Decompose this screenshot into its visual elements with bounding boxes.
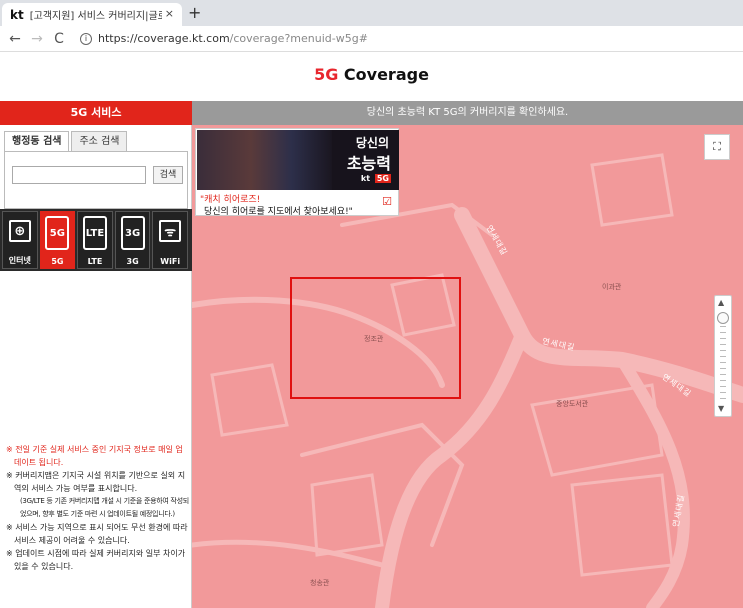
zoom-handle[interactable] xyxy=(717,312,729,324)
note-coverage: ※ 커버리지맵은 기지국 시설 위치를 기반으로 실외 지역의 서비스 가능 여… xyxy=(6,471,186,493)
service-label: 5G xyxy=(51,257,64,266)
service-label: 3G xyxy=(126,257,139,266)
browser-tab[interactable]: kt [고객지원] 서비스 커버리지|글로 × xyxy=(2,3,182,26)
page-title: 5G Coverage xyxy=(0,53,743,100)
service-3g[interactable]: 3G 3G xyxy=(114,211,151,269)
back-button[interactable]: ← xyxy=(4,31,26,47)
sidebar: 행정동 검색 주소 검색 검색 ⊕ 인터넷 5G 5G LTE LTE 3G 3… xyxy=(0,125,192,608)
service-label: 인터넷 xyxy=(8,256,31,265)
heroes-image xyxy=(197,130,332,190)
url-host: https://coverage.kt.com xyxy=(98,32,230,45)
selection-rectangle xyxy=(290,277,461,399)
banner-headline-1: 당신의 xyxy=(355,136,389,150)
service-wifi[interactable]: ᯤ WiFi xyxy=(152,211,188,269)
coverage-notes: ※ 전일 기준 실제 서비스 중인 기지국 정보로 매일 업데이트 됩니다. ※… xyxy=(6,443,190,573)
phone-lte-icon: LTE xyxy=(82,216,107,250)
service-internet[interactable]: ⊕ 인터넷 xyxy=(2,211,38,269)
forward-button[interactable]: → xyxy=(26,31,48,47)
avengers-banner-image: 당신의 초능력 kt 5G xyxy=(197,130,399,190)
globe-icon: ⊕ xyxy=(8,220,31,242)
url-path: /coverage?menuid-w5g# xyxy=(229,32,368,45)
banner-text-2: 당신의 히어로를 지도에서 찾아보세요!" xyxy=(204,207,353,217)
note-update: ※ 전일 기준 실제 서비스 중인 기지국 정보로 매일 업데이트 됩니다. xyxy=(6,445,183,467)
phone-3g-icon: 3G xyxy=(120,216,145,250)
info-icon[interactable]: i xyxy=(80,32,92,45)
banner-brand: kt 5G xyxy=(359,174,391,183)
building-label: 이과관 xyxy=(602,283,622,291)
service-label: WiFi xyxy=(160,257,181,266)
building-label: 청송관 xyxy=(310,579,330,587)
page-title-5g: 5G xyxy=(314,65,339,84)
zoom-slider[interactable]: ▲ ▼ xyxy=(714,295,732,417)
note-coverage-sub: (3G/LTE 등 기존 커버리지맵 개설 시 기준을 준용하여 작성되었으며,… xyxy=(20,497,189,518)
new-tab-button[interactable]: + xyxy=(188,3,201,22)
service-selector: ⊕ 인터넷 5G 5G LTE LTE 3G 3G ᯤ WiFi xyxy=(0,209,192,271)
promo-banner[interactable]: 당신의 초능력 kt 5G "캐치 히어로즈! 당신의 히어로를 지도에서 찾아… xyxy=(195,128,399,217)
service-label: LTE xyxy=(87,257,103,266)
search-input[interactable] xyxy=(12,166,146,184)
checkbox-icon[interactable]: ☑ xyxy=(382,195,392,208)
address-bar: ← → C i https://coverage.kt.com/coverage… xyxy=(0,26,743,52)
page-title-text: Coverage xyxy=(338,65,429,84)
tab-title: [고객지원] 서비스 커버리지|글로 xyxy=(29,11,162,22)
search-panel: 검색 xyxy=(4,151,188,209)
map-message-bar: 당신의 초능력 KT 5G의 커버리지를 확인하세요. xyxy=(192,101,743,125)
reload-button[interactable]: C xyxy=(48,31,70,47)
5g-badge: 5G xyxy=(374,174,391,183)
fullscreen-icon[interactable]: ⛶ xyxy=(704,134,730,160)
service-5g[interactable]: 5G 5G xyxy=(39,211,76,269)
zoom-in-icon[interactable]: ▲ xyxy=(718,298,724,307)
note-wireless: ※ 서비스 가능 지역으로 표시 되어도 무선 환경에 따라 서비스 제공이 어… xyxy=(6,523,188,545)
service-header: 5G 서비스 xyxy=(0,101,192,125)
tab-address-search[interactable]: 주소 검색 xyxy=(71,131,128,151)
tab-district-search[interactable]: 행정동 검색 xyxy=(4,131,70,151)
tab-close-icon[interactable]: × xyxy=(165,7,174,20)
url-field[interactable]: i https://coverage.kt.com/coverage?menui… xyxy=(80,32,368,45)
search-button[interactable]: 검색 xyxy=(153,166,183,184)
search-tabs: 행정동 검색 주소 검색 xyxy=(4,131,129,151)
coverage-map[interactable]: 연세대길 연세대길 연세대길 연세대길 이과관 정조관 중앙도서관 청송관 당신… xyxy=(192,125,743,608)
phone-5g-icon: 5G xyxy=(45,216,70,250)
kt-favicon-icon: kt xyxy=(10,7,24,22)
note-difference: ※ 업데이트 시점에 따라 실제 커버리지와 일부 차이가 있을 수 있습니다. xyxy=(6,549,186,571)
kt-logo: kt xyxy=(360,174,371,183)
service-lte[interactable]: LTE LTE xyxy=(77,211,113,269)
zoom-track[interactable] xyxy=(720,326,726,400)
browser-tabstrip: kt [고객지원] 서비스 커버리지|글로 × + xyxy=(0,0,743,26)
zoom-out-icon[interactable]: ▼ xyxy=(718,404,724,413)
banner-headline-2: 초능력 xyxy=(346,154,391,173)
wifi-icon: ᯤ xyxy=(159,220,182,242)
building-label: 중앙도서관 xyxy=(556,400,589,408)
